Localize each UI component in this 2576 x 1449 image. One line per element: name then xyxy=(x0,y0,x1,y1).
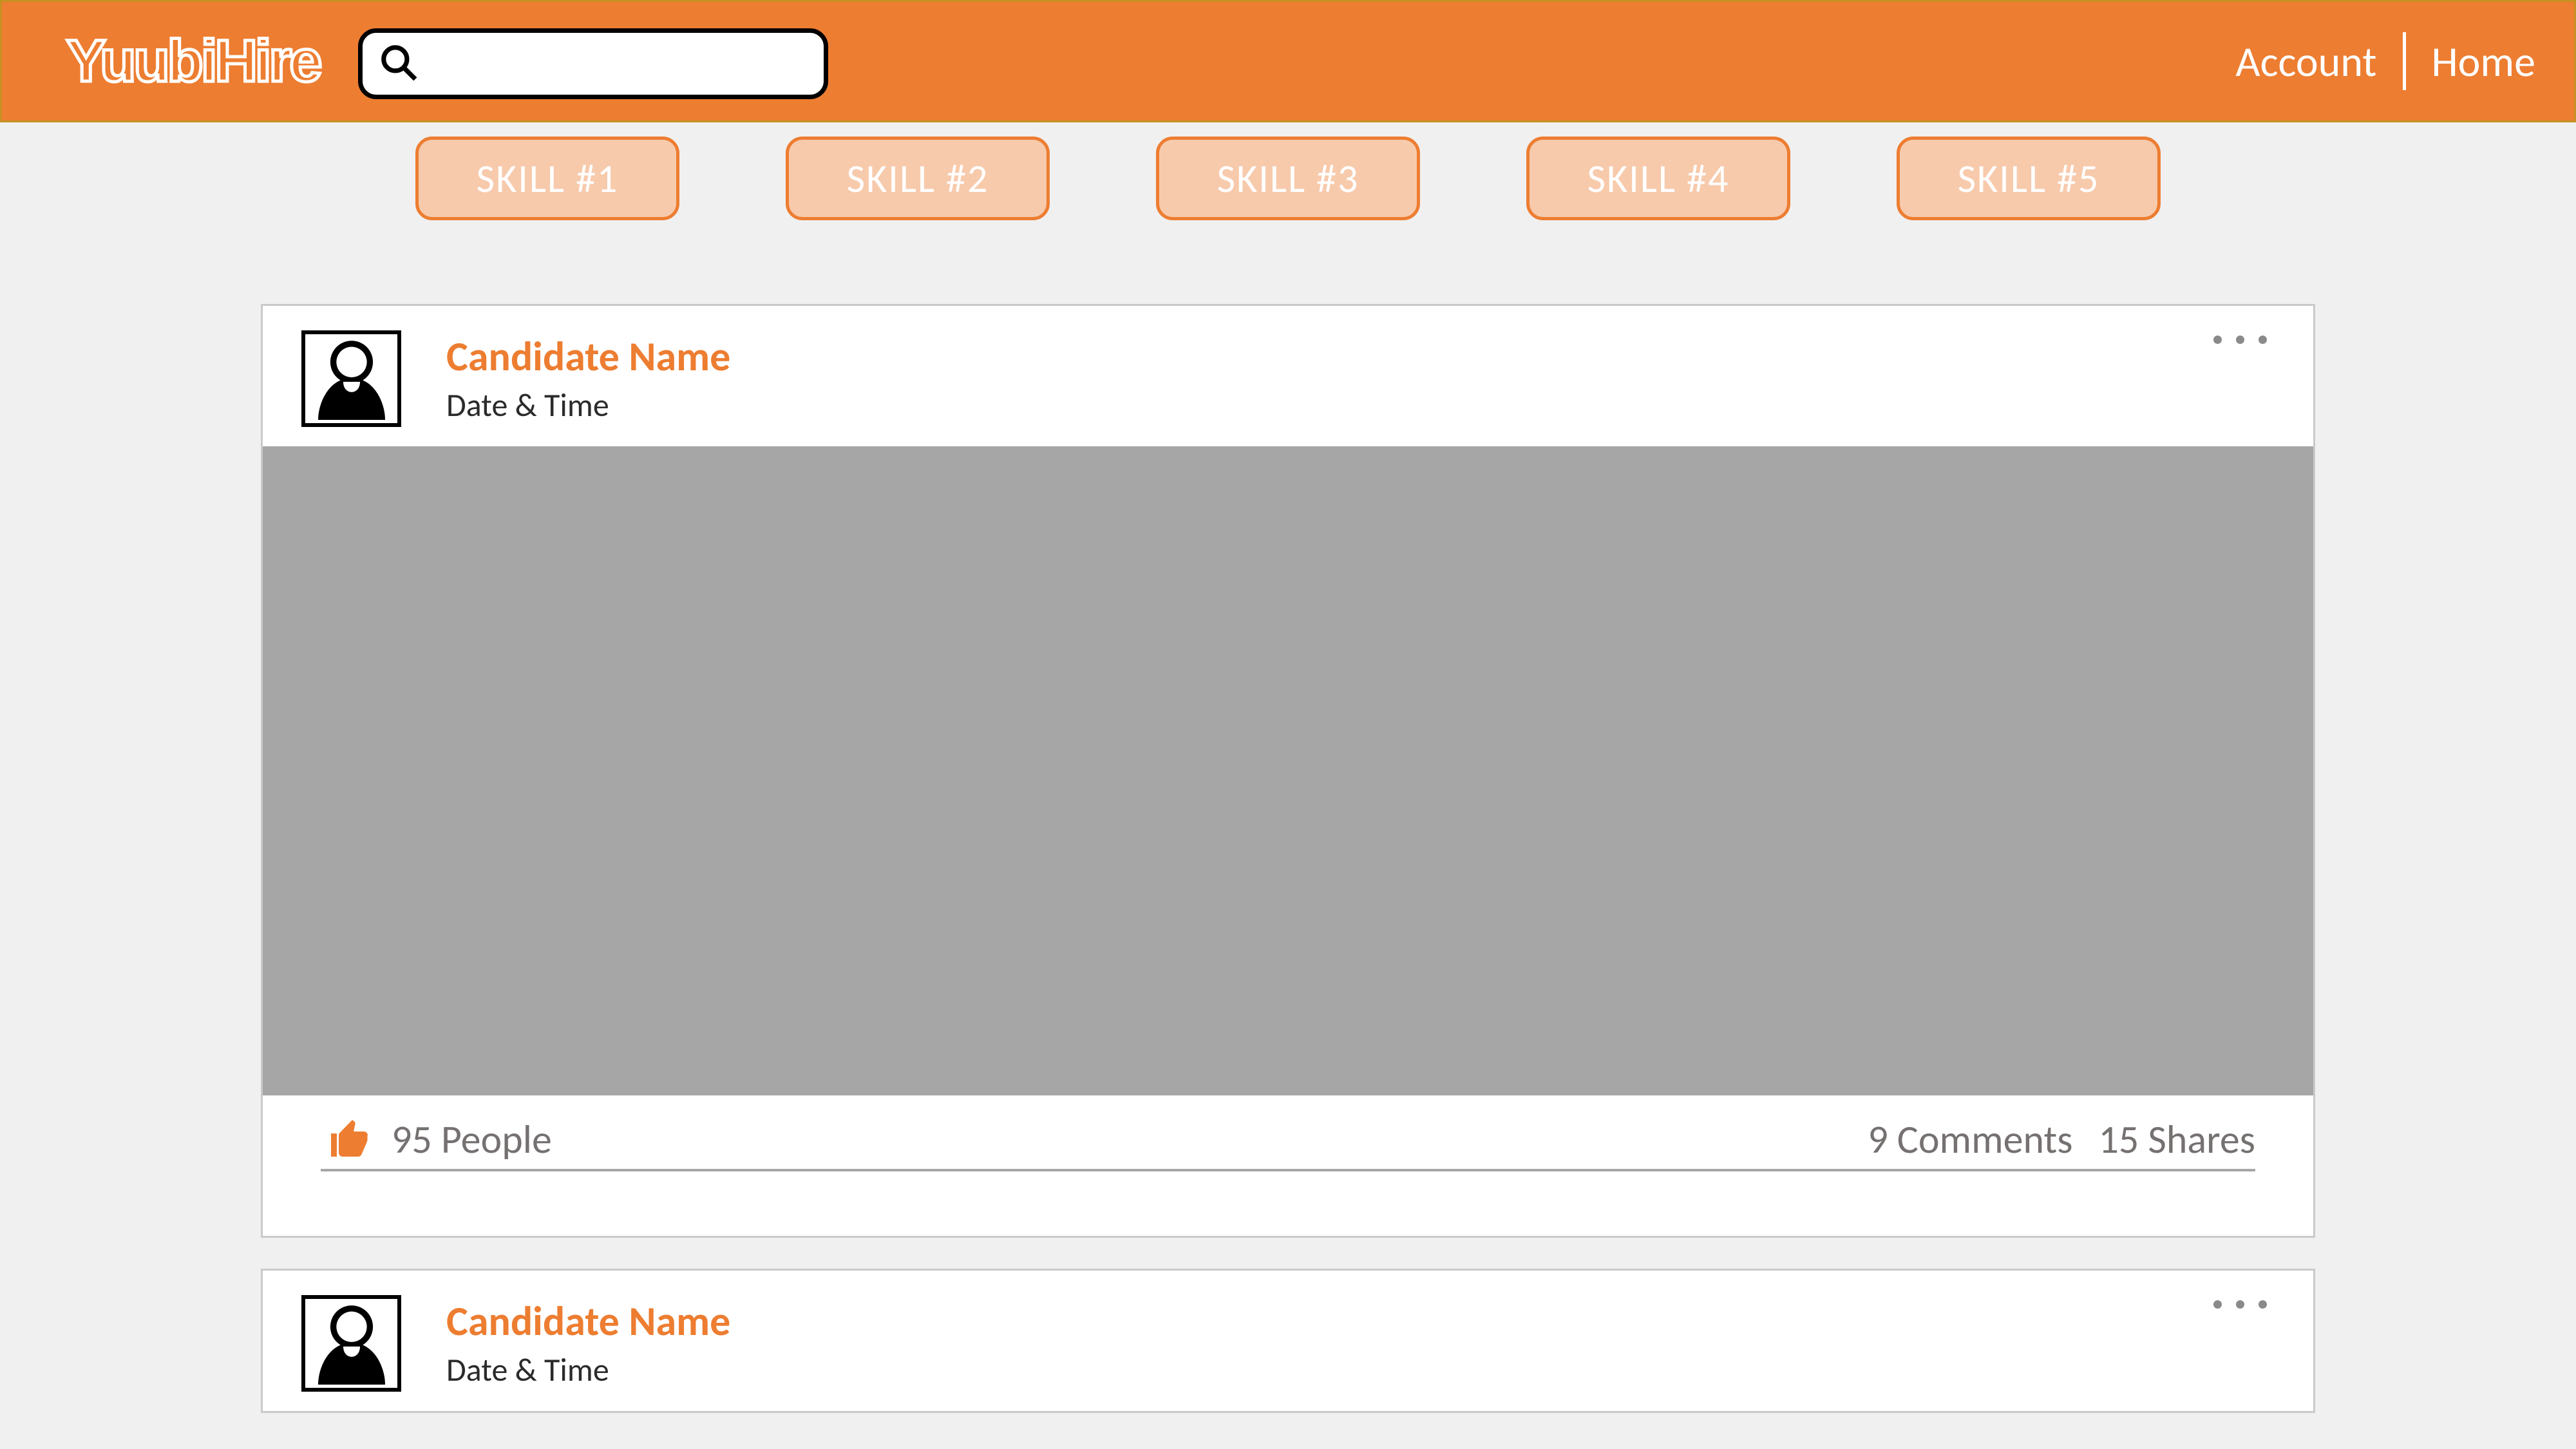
app-logo: YuubiHire xyxy=(66,28,319,95)
person-icon xyxy=(313,336,390,423)
more-options-button[interactable] xyxy=(2213,1300,2267,1309)
skill-tab-2[interactable]: SKILL #2 xyxy=(786,137,1050,220)
dot-icon xyxy=(2213,336,2222,344)
card-header: Candidate Name Date & Time xyxy=(263,1271,2313,1411)
candidate-datetime: Date & Time xyxy=(446,386,730,425)
card-title-block: Candidate Name Date & Time xyxy=(446,330,730,425)
skill-tab-5[interactable]: SKILL #5 xyxy=(1897,137,2161,220)
engagement-bar: 95 People 9 Comments 15 Shares xyxy=(321,1115,2255,1171)
avatar[interactable] xyxy=(301,330,401,427)
candidate-card: Candidate Name Date & Time xyxy=(261,1269,2315,1413)
candidate-name[interactable]: Candidate Name xyxy=(446,1296,730,1347)
skill-tab-4[interactable]: SKILL #4 xyxy=(1526,137,1790,220)
dot-icon xyxy=(2259,1300,2267,1309)
card-title-block: Candidate Name Date & Time xyxy=(446,1295,730,1390)
dot-icon xyxy=(2236,336,2244,344)
skill-tab-1[interactable]: SKILL #1 xyxy=(415,137,679,220)
header-bar: YuubiHire Account Home xyxy=(0,0,2576,122)
shares-count[interactable]: 15 Shares xyxy=(2098,1115,2255,1164)
dot-icon xyxy=(2236,1300,2244,1309)
card-footer: 95 People 9 Comments 15 Shares xyxy=(263,1095,2313,1236)
search-box[interactable] xyxy=(358,28,828,99)
card-header: Candidate Name Date & Time xyxy=(263,306,2313,446)
comments-count[interactable]: 9 Comments xyxy=(1868,1115,2072,1164)
account-link[interactable]: Account xyxy=(2235,35,2376,88)
candidate-card: Candidate Name Date & Time 95 People xyxy=(261,304,2315,1238)
search-icon xyxy=(379,43,419,86)
thumbs-up-icon[interactable] xyxy=(327,1116,374,1162)
candidate-datetime: Date & Time xyxy=(446,1350,730,1390)
candidate-name[interactable]: Candidate Name xyxy=(446,332,730,382)
card-media-placeholder[interactable] xyxy=(263,446,2313,1095)
more-options-button[interactable] xyxy=(2213,336,2267,344)
skill-tab-3[interactable]: SKILL #3 xyxy=(1156,137,1420,220)
home-link[interactable]: Home xyxy=(2432,35,2536,88)
avatar[interactable] xyxy=(301,1295,401,1392)
nav-divider xyxy=(2403,32,2406,90)
dot-icon xyxy=(2259,336,2267,344)
skill-tabs-row: SKILL #1 SKILL #2 SKILL #3 SKILL #4 SKIL… xyxy=(0,122,2576,240)
dot-icon xyxy=(2213,1300,2222,1309)
person-icon xyxy=(313,1301,390,1388)
header-nav: Account Home xyxy=(2235,32,2535,90)
search-input[interactable] xyxy=(431,43,895,85)
feed: Candidate Name Date & Time 95 People xyxy=(261,304,2315,1413)
likes-count[interactable]: 95 People xyxy=(392,1115,552,1164)
